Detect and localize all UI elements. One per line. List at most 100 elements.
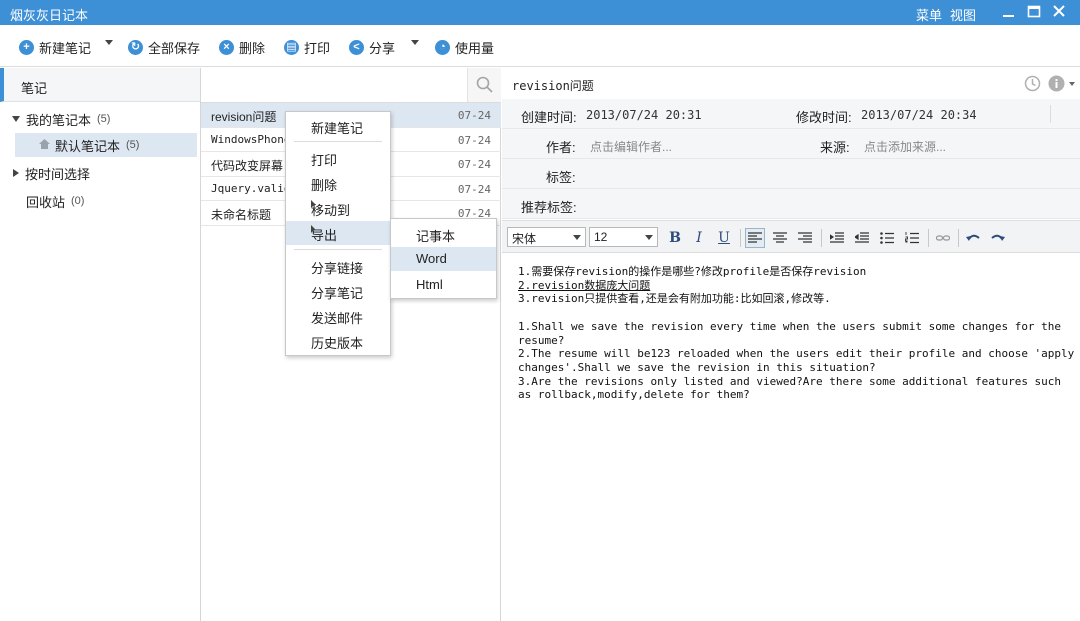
export-submenu: 记事本 Word Html [390,218,497,299]
new-note-button[interactable]: + 新建笔记 [19,37,91,57]
sidebar-item-default-notebook[interactable]: 默认笔记本 (5) [38,133,198,157]
content-line: 1.Shall we save the revision every time … [518,319,1068,347]
content-line: 1.需要保存revision的操作是哪些?修改profile是否保存revisi… [518,265,867,278]
indent-button[interactable] [827,228,847,248]
collapse-icon[interactable] [13,169,19,177]
sidebar-item-by-time[interactable]: 按时间选择 [0,161,200,185]
content-line [518,306,1078,320]
submenu-item-word[interactable]: Word [391,247,496,271]
expand-icon[interactable] [12,116,20,122]
outdent-icon [853,232,869,243]
close-button[interactable] [1048,2,1070,22]
menu-item-send-mail[interactable]: 发送邮件 [286,304,390,328]
minimize-button[interactable] [998,2,1020,22]
new-note-dropdown-icon[interactable] [105,40,113,45]
submenu-arrow-icon [311,200,315,208]
bullet-list-button[interactable] [877,228,897,248]
print-button[interactable]: ▤ 打印 [284,37,330,57]
sidebar-item-recycle[interactable]: 回收站 (0) [0,189,200,213]
align-right-button[interactable] [795,228,815,248]
redo-icon [991,234,1005,241]
submenu-item-notepad[interactable]: 记事本 [391,222,496,246]
delete-button[interactable]: × 删除 [219,37,265,57]
share-button[interactable]: < 分享 [349,37,395,57]
undo-icon [966,234,980,241]
content-line: 3.Are the revisions only listed and view… [518,374,1068,402]
tags-row: 标签: [502,159,1080,189]
menu-item-history[interactable]: 历史版本 [286,329,390,353]
delete-icon: × [219,39,234,55]
info-icon[interactable] [1048,75,1065,95]
maximize-button[interactable] [1023,2,1045,22]
chevron-down-icon [573,235,581,240]
chevron-down-icon [645,235,653,240]
home-icon [38,138,51,153]
align-left-button[interactable] [745,228,765,248]
menu-item-print[interactable]: 打印 [286,146,390,170]
search-bar [201,68,501,103]
maximize-icon [1027,5,1041,18]
refresh-icon: ↻ [128,39,143,55]
align-center-button[interactable] [770,228,790,248]
submenu-item-html[interactable]: Html [391,273,496,297]
view-button[interactable]: 视图 [950,5,976,24]
link-icon [935,235,951,241]
save-all-button[interactable]: ↻ 全部保存 [128,37,200,57]
search-input[interactable] [201,68,466,102]
bullet-list-icon [880,232,894,244]
font-size-select[interactable]: 12 [589,227,658,247]
menu-item-share-note[interactable]: 分享笔记 [286,279,390,303]
history-icon[interactable] [1024,75,1041,95]
menu-item-delete[interactable]: 删除 [286,171,390,195]
search-button[interactable] [467,68,501,102]
menu-item-new-note[interactable]: 新建笔记 [286,114,390,138]
italic-button[interactable]: I [689,228,709,248]
align-left-icon [748,232,762,243]
share-icon: < [349,39,364,55]
app-title: 烟灰灰日记本 [10,8,89,23]
usage-button[interactable]: ◔ 使用量 [435,37,494,57]
numbered-list-button[interactable] [902,228,922,248]
menu-button[interactable]: 菜单 [916,5,942,24]
redo-button[interactable] [988,228,1008,248]
content-line: 2.revision数据庞大问题 [518,278,651,292]
editor-panel: revision问题 创建时间: 2013/07/24 20:31 修改时间: … [502,68,1080,621]
note-title-input[interactable]: revision问题 [512,77,594,94]
sidebar-header[interactable]: 笔记 [0,68,200,102]
author-source-row: 作者: 点击编辑作者... 来源: 点击添加来源... [502,129,1080,159]
outdent-button[interactable] [852,228,872,248]
source-field[interactable]: 点击添加来源... [864,138,946,155]
author-field[interactable]: 点击编辑作者... [590,138,672,155]
tags-field[interactable] [590,163,1070,185]
printer-icon: ▤ [284,39,299,55]
content-line: 3.revision只提供查看,还是会有附加功能:比如回滚,修改等. [518,292,831,306]
info-dropdown-icon[interactable] [1069,82,1075,86]
align-right-icon [798,232,812,243]
search-icon [476,76,493,93]
numbered-list-icon [905,232,919,244]
font-family-select[interactable]: 宋体 [507,227,586,247]
timestamp-row: 创建时间: 2013/07/24 20:31 修改时间: 2013/07/24 … [502,99,1080,129]
title-bar: 烟灰灰日记本 菜单 视图 [0,0,1080,25]
pie-chart-icon: ◔ [435,39,450,55]
sidebar: 笔记 我的笔记本 (5) 默认笔记本 (5) 按时间选择 回收站 (0) [0,68,201,621]
plus-icon: + [19,39,34,55]
context-menu: 新建笔记 打印 删除 移动到 导出 分享链接 分享笔记 发送邮件 历史版本 [285,111,391,356]
menu-item-move-to[interactable]: 移动到 [286,196,390,220]
align-center-icon [773,232,787,243]
close-icon [1053,5,1065,17]
content-line: 2.The resume will be123 reloaded when th… [518,347,1075,374]
note-content-area[interactable]: 1.需要保存revision的操作是哪些?修改profile是否保存revisi… [518,265,1078,402]
share-dropdown-icon[interactable] [411,40,419,45]
minimize-icon [1003,15,1014,17]
underline-button[interactable]: U [714,228,734,248]
submenu-arrow-icon [311,225,315,233]
undo-button[interactable] [963,228,983,248]
toolbar: + 新建笔记 ↻ 全部保存 × 删除 ▤ 打印 < 分享 ◔ 使用量 [0,25,1080,67]
sidebar-item-my-notebooks[interactable]: 我的笔记本 (5) [0,107,200,131]
link-button[interactable] [933,228,953,248]
menu-item-share-link[interactable]: 分享链接 [286,254,390,278]
bold-button[interactable]: B [665,228,685,248]
format-toolbar: 宋体 12 B I U [502,220,1080,253]
menu-item-export[interactable]: 导出 [286,221,390,245]
